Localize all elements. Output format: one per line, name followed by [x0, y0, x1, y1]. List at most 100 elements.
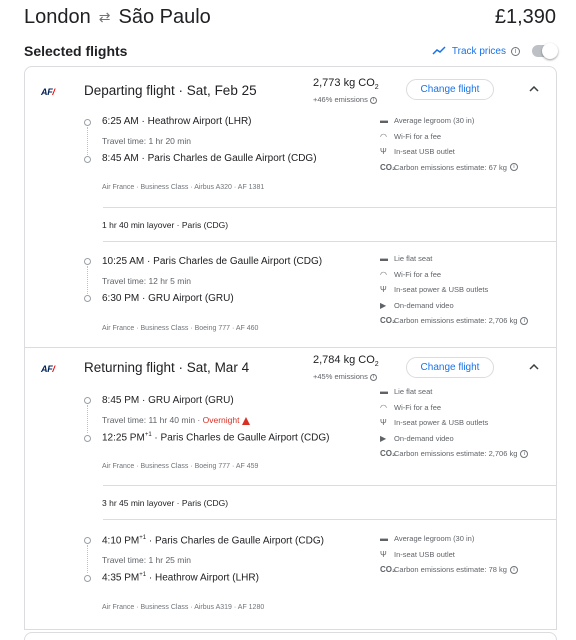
leg-meta: Air France · Business Class · Boeing 777… [102, 463, 259, 470]
amenity-legroom: ▬ Average legroom (30 in) [380, 534, 475, 544]
wifi-icon: ◠ [380, 402, 387, 412]
arrival-dot [84, 295, 91, 302]
leg-travel-time: Travel time: 1 hr 25 min [102, 555, 191, 565]
leg-departure: 10:25 AM · Paris Charles de Gaulle Airpo… [102, 256, 323, 267]
power-plug-icon: Ψ [380, 285, 387, 295]
leg-amenities: ▬ Average legroom (30 in) ◠ Wi-Fi for a fe… [380, 113, 555, 175]
leg-arrival: 4:35 PM+1 · Heathrow Airport (LHR) [102, 572, 259, 584]
leg-meta: Air France · Business Class · Airbus A32… [102, 184, 265, 191]
leg-travel-time: Travel time: 1 hr 20 min [102, 136, 191, 146]
origin-city: London [24, 5, 91, 28]
amenity-usb: Ψ In-seat USB outlet [380, 147, 455, 157]
returning-leg-1: 8:45 PM · GRU Airport (GRU) Travel time:… [25, 387, 556, 485]
returning-layover: 3 hr 45 min layover · Paris (CDG) [102, 498, 229, 508]
leg-travel-time: Travel time: 11 hr 40 min · Overnight [102, 415, 251, 425]
selected-flights-row: Selected flights Track prices i [24, 40, 558, 62]
info-icon[interactable]: i [509, 163, 518, 172]
departing-header[interactable]: AF/ Departing flight · Sat, Feb 25 2,773… [25, 67, 556, 113]
air-france-logo-icon: AF/ [41, 364, 55, 374]
next-card [24, 632, 557, 640]
returning-header[interactable]: AF/ Returning flight · Sat, Mar 4 2,784 … [25, 348, 556, 388]
departing-leg-1: 6:25 AM · Heathrow Airport (LHR) Travel … [25, 113, 556, 207]
info-icon[interactable]: i [509, 565, 518, 574]
departing-leg-2: 10:25 AM · Paris Charles de Gaulle Airpo… [25, 241, 556, 347]
co2-icon: CO₂ [380, 565, 396, 575]
seat-icon: ▬ [380, 116, 388, 126]
co2-icon: CO₂ [380, 449, 396, 459]
air-france-logo-icon: AF/ [41, 87, 55, 97]
track-prices[interactable]: Track prices i [432, 43, 558, 59]
amenity-emissions: CO₂ Carbon emissions estimate: 78 kg i [380, 562, 555, 578]
leg-departure: 6:25 AM · Heathrow Airport (LHR) [102, 116, 252, 127]
lie-flat-seat-icon: ▬ [380, 254, 388, 264]
arrival-dot [84, 156, 91, 163]
video-icon: ▶ [380, 300, 387, 310]
info-icon[interactable]: i [369, 96, 377, 104]
amenity-wifi: ◠ Wi-Fi for a fee [380, 131, 442, 141]
leg-amenities: ▬ Lie flat seat ◠ Wi-Fi for a fee Ψ In-seat… [380, 251, 555, 329]
route-line [87, 545, 88, 573]
departure-dot [84, 119, 91, 126]
departing-title: Departing flight · Sat, Feb 25 [84, 83, 257, 98]
departure-dot [84, 537, 91, 544]
amenity-video: ▶ On-demand video [380, 433, 454, 443]
returning-co2: 2,784 kg CO2 +45% emissions i [313, 354, 379, 382]
leg-departure: 4:10 PM+1 · Paris Charles de Gaulle Airp… [102, 535, 324, 547]
leg-meta: Air France · Business Class · Airbus A31… [102, 604, 265, 611]
co2-icon: CO₂ [380, 162, 396, 172]
info-icon[interactable]: i [369, 373, 377, 381]
swap-arrows-icon: ⇄ [98, 8, 111, 25]
amenity-power: Ψ In-seat power & USB outlets [380, 418, 489, 428]
leg-amenities: ▬ Lie flat seat ◠ Wi-Fi for a fee Ψ In-seat… [380, 384, 555, 462]
amenity-emissions: CO₂ Carbon emissions estimate: 2,706 kg i [380, 313, 555, 329]
wifi-icon: ◠ [380, 269, 387, 279]
selected-flights-title: Selected flights [24, 43, 128, 59]
amenity-emissions: CO₂ Carbon emissions estimate: 2,706 kg i [380, 446, 555, 462]
overnight-label: Overnight [202, 415, 240, 425]
usb-icon: Ψ [380, 147, 387, 157]
chevron-up-icon[interactable] [528, 83, 540, 95]
change-returning-flight-button[interactable]: Change flight [406, 357, 494, 378]
departing-co2: 2,773 kg CO2 +46% emissions i [313, 77, 379, 105]
track-prices-toggle[interactable] [532, 43, 558, 59]
returning-leg-2: 4:10 PM+1 · Paris Charles de Gaulle Airp… [25, 519, 556, 629]
amenity-video: ▶ On-demand video [380, 300, 454, 310]
usb-icon: Ψ [380, 549, 387, 559]
departure-dot [84, 397, 91, 404]
leg-arrival: 6:30 PM · GRU Airport (GRU) [102, 293, 234, 304]
info-icon[interactable]: i [520, 316, 529, 325]
amenity-seat: ▬ Lie flat seat [380, 254, 433, 264]
chevron-up-icon[interactable] [528, 361, 540, 373]
power-plug-icon: Ψ [380, 418, 387, 428]
leg-arrival: 8:45 AM · Paris Charles de Gaulle Airpor… [102, 153, 317, 164]
leg-departure: 8:45 PM · GRU Airport (GRU) [102, 395, 234, 406]
seat-icon: ▬ [380, 534, 388, 544]
route-line [87, 405, 88, 433]
arrival-dot [84, 575, 91, 582]
total-price: £1,390 [494, 5, 556, 28]
amenity-legroom: ▬ Average legroom (30 in) [380, 116, 475, 126]
warning-icon [242, 416, 251, 425]
wifi-icon: ◠ [380, 131, 387, 141]
info-icon[interactable]: i [511, 46, 520, 56]
destination-city: São Paulo [118, 5, 211, 28]
amenity-power: Ψ In-seat power & USB outlets [380, 285, 489, 295]
route: London ⇄ São Paulo [24, 6, 211, 29]
track-prices-label: Track prices [451, 45, 506, 57]
amenity-wifi: ◠ Wi-Fi for a fee [380, 269, 442, 279]
departing-layover: 1 hr 40 min layover · Paris (CDG) [102, 220, 229, 230]
route-line [87, 266, 88, 294]
departure-dot [84, 258, 91, 265]
trip-header: London ⇄ São Paulo £1,390 [24, 4, 556, 30]
amenity-seat: ▬ Lie flat seat [380, 387, 433, 397]
route-line [87, 127, 88, 155]
video-icon: ▶ [380, 433, 387, 443]
info-icon[interactable]: i [520, 449, 529, 458]
leg-meta: Air France · Business Class · Boeing 777… [102, 325, 259, 332]
amenity-usb: Ψ In-seat USB outlet [380, 549, 455, 559]
lie-flat-seat-icon: ▬ [380, 387, 388, 397]
change-departing-flight-button[interactable]: Change flight [406, 79, 494, 100]
amenity-wifi: ◠ Wi-Fi for a fee [380, 402, 442, 412]
returning-title: Returning flight · Sat, Mar 4 [84, 360, 250, 375]
leg-travel-time: Travel time: 12 hr 5 min [102, 276, 191, 286]
